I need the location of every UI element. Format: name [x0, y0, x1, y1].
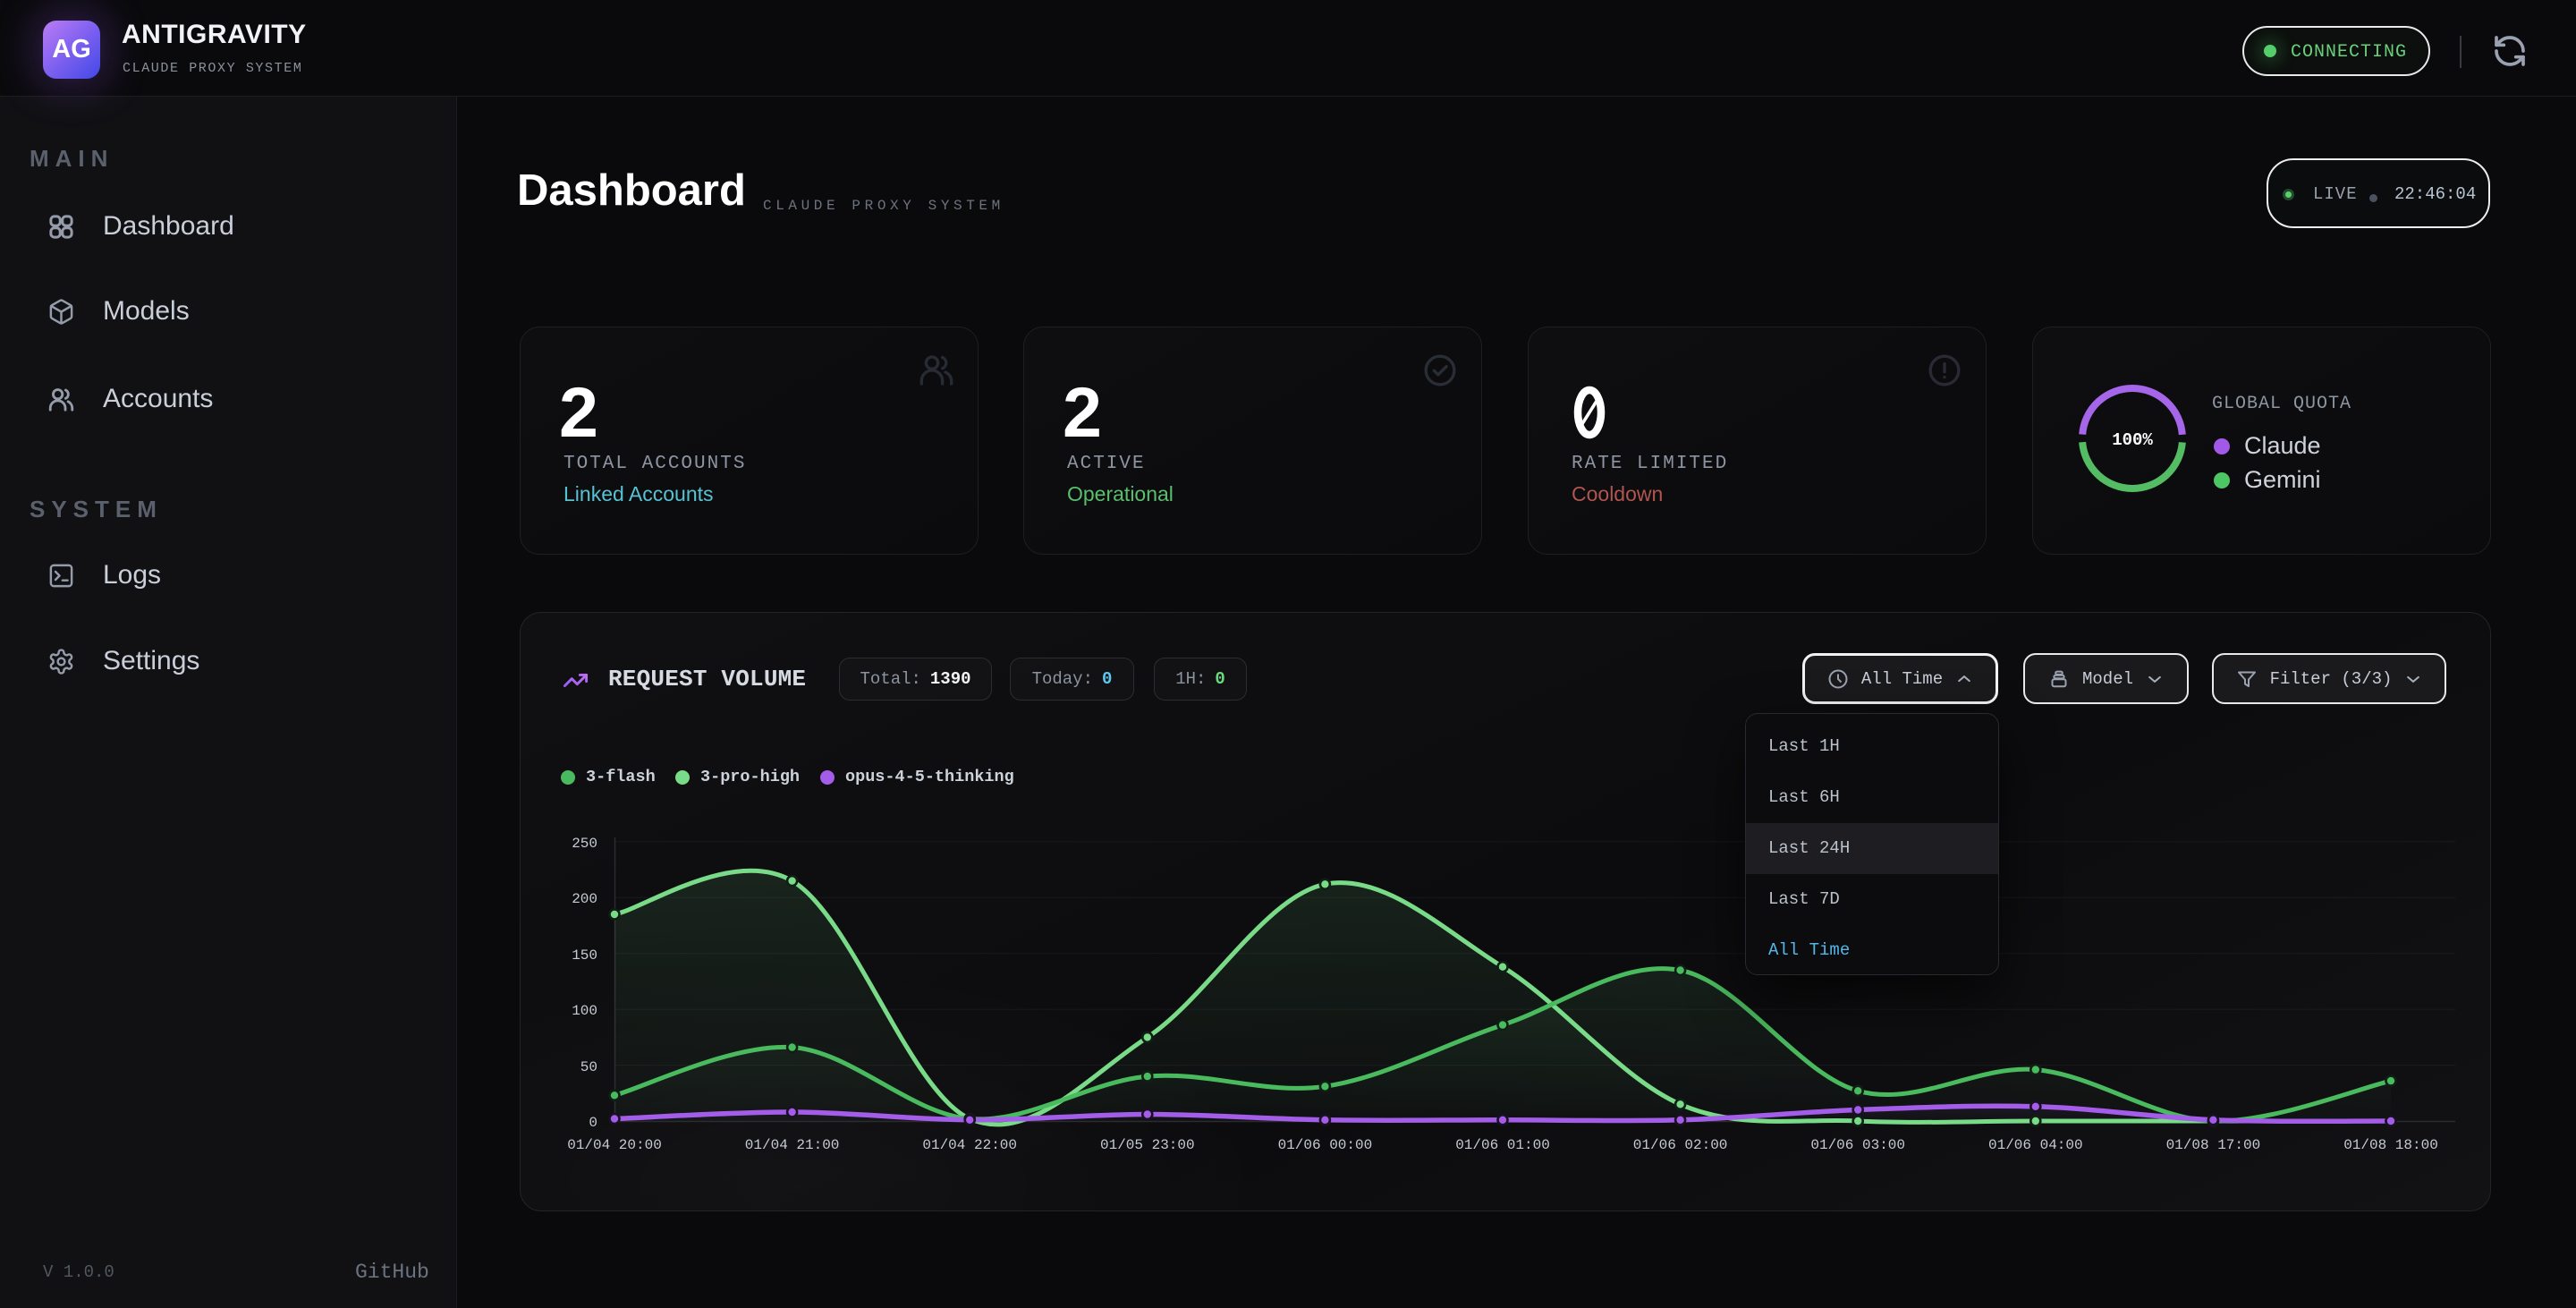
svg-text:0: 0	[589, 1115, 597, 1131]
svg-text:100: 100	[572, 1003, 597, 1019]
svg-text:01/04 20:00: 01/04 20:00	[567, 1137, 662, 1153]
svg-text:250: 250	[572, 836, 597, 852]
svg-text:01/06 01:00: 01/06 01:00	[1455, 1137, 1550, 1153]
svg-text:01/06 04:00: 01/06 04:00	[1988, 1137, 2083, 1153]
svg-text:01/04 21:00: 01/04 21:00	[745, 1137, 840, 1153]
svg-text:150: 150	[572, 947, 597, 964]
svg-text:50: 50	[580, 1059, 597, 1075]
svg-text:01/05 23:00: 01/05 23:00	[1100, 1137, 1195, 1153]
svg-text:01/06 02:00: 01/06 02:00	[1633, 1137, 1728, 1153]
svg-text:01/06 00:00: 01/06 00:00	[1278, 1137, 1373, 1153]
svg-text:01/08 17:00: 01/08 17:00	[2166, 1137, 2261, 1153]
svg-text:01/08 18:00: 01/08 18:00	[2343, 1137, 2438, 1153]
svg-text:01/06 03:00: 01/06 03:00	[1810, 1137, 1905, 1153]
svg-text:01/04 22:00: 01/04 22:00	[922, 1137, 1017, 1153]
svg-text:200: 200	[572, 891, 597, 907]
